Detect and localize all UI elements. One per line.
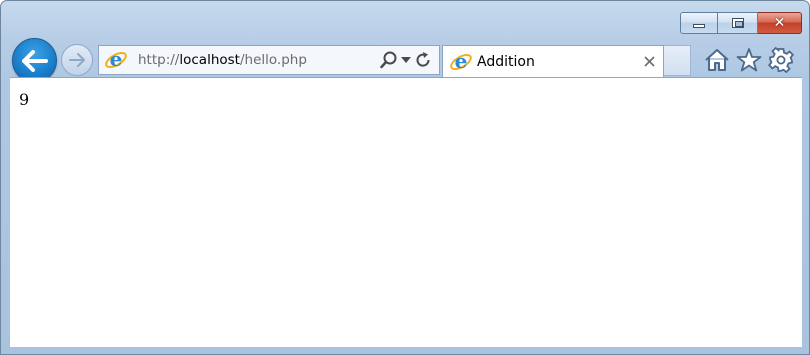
restore-icon — [731, 18, 744, 28]
new-tab-button[interactable] — [664, 45, 691, 76]
home-button[interactable] — [701, 45, 733, 75]
back-arrow-icon — [21, 49, 48, 72]
refresh-button[interactable] — [413, 50, 433, 70]
svg-text:e: e — [455, 50, 468, 73]
svg-text:e: e — [110, 48, 123, 71]
dropdown-icon — [401, 57, 411, 63]
close-icon — [643, 55, 655, 67]
tab-addition[interactable]: e Addition — [442, 45, 664, 78]
address-dropdown-button[interactable] — [399, 50, 413, 70]
ie-page-icon: e — [105, 48, 127, 71]
home-icon — [705, 49, 729, 71]
tab-close-button[interactable] — [641, 53, 657, 69]
search-button[interactable] — [379, 50, 399, 70]
search-icon — [380, 51, 397, 69]
maximize-button[interactable] — [718, 12, 758, 34]
tools-gear-icon — [768, 47, 794, 73]
refresh-icon — [416, 52, 430, 67]
forward-button[interactable] — [61, 44, 93, 76]
page-content: 9 — [10, 77, 802, 347]
favorites-star-icon — [736, 48, 762, 72]
tools-button[interactable] — [765, 45, 797, 75]
close-icon: ✕ — [773, 15, 786, 31]
browser-window: ✕ e http://localhost/hello.php e Additio… — [0, 0, 810, 355]
favorites-button[interactable] — [733, 45, 765, 75]
close-button[interactable]: ✕ — [758, 12, 802, 34]
ie-page-icon: e — [450, 50, 472, 73]
minimize-button[interactable] — [680, 12, 718, 34]
address-url[interactable]: http://localhost/hello.php — [138, 52, 307, 68]
forward-arrow-icon — [69, 53, 85, 67]
minimize-icon — [693, 24, 705, 28]
tab-title: Addition — [477, 54, 535, 70]
page-output-text: 9 — [19, 90, 30, 109]
address-bar[interactable]: e http://localhost/hello.php — [98, 45, 440, 75]
